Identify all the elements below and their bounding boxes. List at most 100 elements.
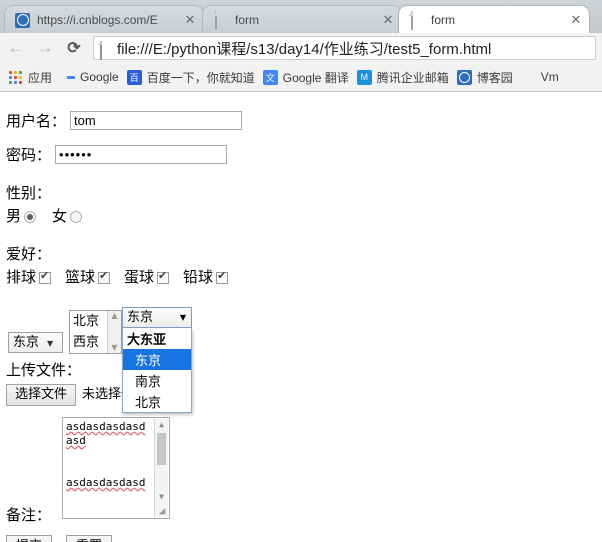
remark-label: 备注： [6,506,52,524]
field-username: 用户名： [6,110,602,131]
gender-option-female-label: 女 [52,207,68,225]
username-label: 用户名： [6,112,67,130]
tab-close-button[interactable]: ✕ [183,13,197,27]
bookmark-label: 博客园 [476,70,513,85]
scroll-up-icon[interactable]: ▲ [111,311,117,321]
baidu-icon: 百 [126,69,142,85]
city-dropdown-group-label: 大东亚 [127,333,167,348]
form-page: 用户名： 密码： 性别： 男 女 爱好： 排球 篮 [0,92,602,542]
field-gender: 性别： 男 女 [6,182,602,226]
remark-line-0: asdasdasdasd [66,420,146,433]
bookmark-label: Vm [540,70,559,84]
tab-title: form [431,12,455,27]
bookmark-baidu[interactable]: 百 百度一下，你就知道 [126,69,255,86]
bookmark-apps[interactable]: 应用 [8,69,52,86]
city-dropdown-option-2[interactable]: 北京 [123,391,191,412]
page-viewport: 用户名： 密码： 性别： 男 女 爱好： 排球 篮 [0,92,602,542]
password-input[interactable] [55,145,228,164]
city-dropdown-value: 东京 [127,310,154,325]
scroll-down-icon[interactable]: ▼ [155,491,168,503]
password-label: 密码： [6,146,52,164]
field-hobby: 爱好： 排球 篮球 蛋球 铅球 [6,243,602,287]
tencent-mail-icon: M [356,69,372,85]
form-actions: 提交 重置 [6,535,602,542]
hobby-checkbox-2[interactable] [157,269,170,284]
bookmark-label: Google 翻译 [282,70,349,85]
city-dropdown-option-1[interactable]: 南京 [123,370,191,391]
resize-grip-icon[interactable]: ◢ [156,505,168,517]
bookmark-tencent-mail[interactable]: M 腾讯企业邮箱 [356,69,449,86]
choose-file-button[interactable]: 选择文件 [6,384,77,406]
scrollbar-thumb[interactable] [157,433,166,465]
gender-label: 性别： [6,184,52,202]
page-icon [100,40,111,60]
browser-window: https://i.cnblogs.com/E ✕ form ✕ form ✕ … [0,0,602,542]
field-remark: asdasdasdasd asd asdasdasdasd ▲ ▼ ◢ 备注： [6,417,602,529]
google-translate-icon: 文 [262,69,278,85]
cnblogs-icon [456,69,472,85]
listbox-scrollbar[interactable]: ▲ ▼ [107,311,121,353]
page-icon [409,10,425,30]
bookmark-label: 百度一下，你就知道 [146,70,255,85]
gender-radio-female[interactable] [70,211,83,223]
forward-icon[interactable]: → [32,35,58,61]
city-dropdown-option-0[interactable]: 东京 [123,349,191,370]
chevron-down-icon: ▼ [179,313,186,322]
reload-icon[interactable]: ⟳ [61,35,87,61]
field-password: 密码： [6,144,602,165]
browser-tab-0[interactable]: https://i.cnblogs.com/E ✕ [4,5,204,33]
tab-title: https://i.cnblogs.com/E [37,12,158,27]
scroll-down-icon[interactable]: ▼ [111,343,117,353]
browser-tab-1[interactable]: form ✕ [202,5,402,33]
tab-close-button[interactable]: ✕ [381,13,395,27]
city-dropdown-open: 东京 ▼ 大东亚 东京 南京 北京 [122,307,192,413]
field-upload: 上传文件： 选择文件未选择任何文件 [6,359,602,406]
bookmark-label: Google [80,70,119,84]
bookmarks-bar: 应用 Google 百 百度一下，你就知道 文 Google 翻译 M 腾讯企业… [0,63,602,92]
tab-close-button[interactable]: ✕ [569,13,583,27]
gender-radio-male[interactable] [24,211,37,223]
page-icon [213,10,229,30]
upload-control: 选择文件未选择任何文件 [6,383,602,406]
bookmark-google[interactable]: Google [60,70,119,85]
remark-textarea-wrap: asdasdasdasd asd asdasdasdasd ▲ ▼ ◢ [62,417,602,519]
browser-tab-2-active[interactable]: form ✕ [398,5,590,33]
bookmark-google-translate[interactable]: 文 Google 翻译 [262,69,349,86]
city-dropdown-list: 大东亚 东京 南京 北京 [122,328,192,413]
remark-line-1: asd [66,434,86,447]
bookmark-cnblogs[interactable]: 博客园 [456,69,513,86]
city-listbox-multiple[interactable]: 北京 西京 ▲ ▼ [69,310,122,354]
remark-line-3 [66,462,166,476]
textarea-scrollbar[interactable]: ▲ ▼ [154,419,168,517]
back-icon[interactable]: ← [3,35,29,61]
hobby-checkbox-1[interactable] [98,269,111,284]
apps-grid-icon [8,70,23,85]
bookmark-vmware[interactable]: Vm [521,70,559,85]
reset-button[interactable]: 重置 [66,535,113,542]
vmware-icon [521,70,536,85]
city-selects-row: 东京 ▼ 北京 西京 ▲ ▼ [6,309,602,355]
address-bar-url: file:///E:/python课程/s13/day14/作业练习/test5… [117,40,492,58]
google-icon [60,70,75,85]
tab-title: form [235,12,259,27]
city-select-single[interactable]: 东京 ▼ [8,332,63,353]
tab-strip: https://i.cnblogs.com/E ✕ form ✕ form ✕ [0,0,602,33]
remark-line-4: asdasdasdasd [66,476,146,489]
remark-line-2 [66,448,166,462]
hobby-option-2-label: 蛋球 [124,268,155,286]
browser-toolbar: ← → ⟳ file:///E:/python课程/s13/day14/作业练习… [0,33,602,64]
city-dropdown-button[interactable]: 东京 ▼ [122,307,192,328]
gender-options: 男 女 [6,205,602,226]
bookmark-label: 腾讯企业邮箱 [376,70,449,85]
hobby-option-0-label: 排球 [6,268,37,286]
hobby-checkbox-0[interactable] [39,269,52,284]
cnblogs-icon [15,12,31,28]
scroll-up-icon[interactable]: ▲ [155,419,168,431]
hobby-option-3-label: 铅球 [183,268,214,286]
bookmark-label: 应用 [28,70,53,85]
address-bar[interactable]: file:///E:/python课程/s13/day14/作业练习/test5… [93,36,596,60]
username-input[interactable] [70,111,243,130]
hobby-checkbox-3[interactable] [216,269,229,284]
submit-button[interactable]: 提交 [6,535,53,542]
remark-textarea[interactable]: asdasdasdasd asd asdasdasdasd ▲ ▼ ◢ [62,417,170,519]
